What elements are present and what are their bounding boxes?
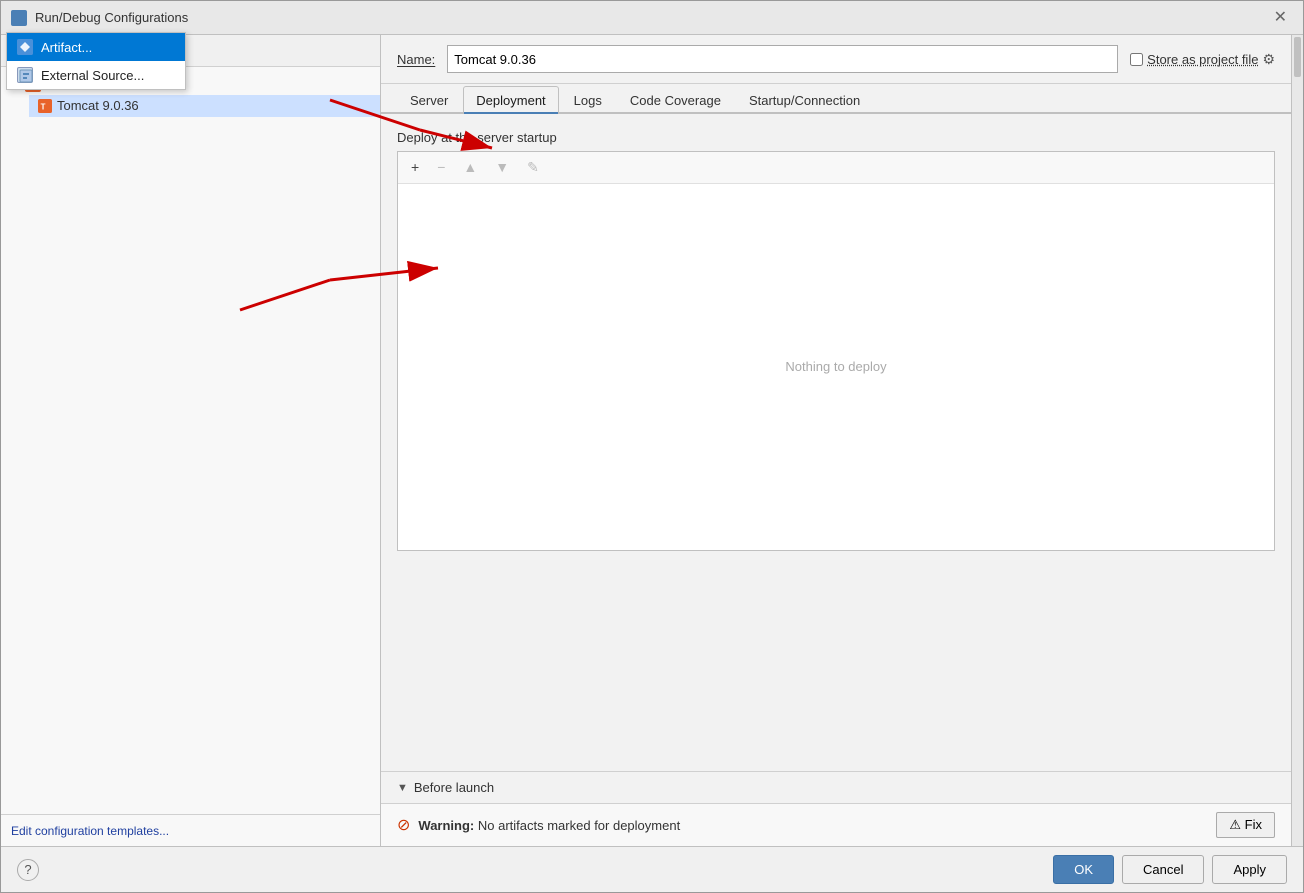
warning-text: Warning: No artifacts marked for deploym… bbox=[418, 818, 1208, 833]
before-launch-header[interactable]: ▼ Before launch bbox=[397, 780, 1275, 795]
close-button[interactable]: ✕ bbox=[1268, 8, 1293, 28]
tree-child-label: Tomcat 9.0.36 bbox=[57, 98, 139, 113]
tab-startup-connection[interactable]: Startup/Connection bbox=[736, 86, 873, 114]
deploy-box: + − ▲ ▼ ✎ bbox=[397, 151, 1275, 551]
tab-server[interactable]: Server bbox=[397, 86, 461, 114]
tab-deployment[interactable]: Deployment bbox=[463, 86, 558, 114]
deploy-toolbar: + − ▲ ▼ ✎ bbox=[398, 152, 1274, 184]
deploy-remove-button[interactable]: − bbox=[430, 156, 452, 179]
bottom-bar: ? OK Cancel Apply bbox=[1, 846, 1303, 892]
dialog-title: Run/Debug Configurations bbox=[35, 10, 188, 25]
config-tree: ▼ T Tomcat Server bbox=[1, 67, 380, 814]
fix-button[interactable]: ⚠ Fix bbox=[1216, 812, 1275, 838]
warning-bar: ⊘ Warning: No artifacts marked for deplo… bbox=[381, 803, 1291, 846]
cancel-button[interactable]: Cancel bbox=[1122, 855, 1204, 884]
edit-templates-link[interactable]: Edit configuration templates... bbox=[11, 824, 169, 838]
deploy-section-label: Deploy at the server startup bbox=[397, 130, 1275, 145]
gear-icon[interactable]: ⚙ bbox=[1262, 51, 1275, 68]
store-project-checkbox[interactable] bbox=[1130, 53, 1143, 66]
right-panel: Name: Store as project file ⚙ Server Dep… bbox=[381, 35, 1291, 846]
tomcat-child-icon: T bbox=[37, 98, 53, 114]
name-input[interactable] bbox=[447, 45, 1118, 73]
apply-button[interactable]: Apply bbox=[1212, 855, 1287, 884]
deploy-empty-area: Nothing to deploy bbox=[398, 184, 1274, 550]
main-content: + − ⧉ ↑↓ ⇅ ▼ T Tomca bbox=[1, 35, 1303, 846]
store-project-label: Store as project file bbox=[1147, 52, 1258, 67]
run-debug-dialog: Run/Debug Configurations ✕ + − ⧉ ↑↓ ⇅ ▼ bbox=[0, 0, 1304, 893]
svg-text:T: T bbox=[41, 102, 46, 111]
scroll-thumb bbox=[1294, 37, 1301, 77]
ok-button[interactable]: OK bbox=[1053, 855, 1114, 884]
help-button[interactable]: ? bbox=[17, 859, 39, 881]
before-launch-label: Before launch bbox=[414, 780, 494, 795]
title-bar: Run/Debug Configurations ✕ bbox=[1, 1, 1303, 35]
tab-code-coverage[interactable]: Code Coverage bbox=[617, 86, 734, 114]
tree-item-tomcat-9036[interactable]: T Tomcat 9.0.36 bbox=[29, 95, 380, 117]
deploy-move-up-button[interactable]: ▲ bbox=[456, 156, 484, 179]
dialog-icon bbox=[11, 10, 27, 26]
deploy-move-down-button[interactable]: ▼ bbox=[488, 156, 516, 179]
right-scrollbar[interactable] bbox=[1291, 35, 1303, 846]
name-row: Name: Store as project file ⚙ bbox=[381, 35, 1291, 84]
before-launch-section: ▼ Before launch bbox=[381, 771, 1291, 803]
tab-content-deployment: Deploy at the server startup + − ▲ ▼ ✎ bbox=[381, 114, 1291, 771]
deploy-edit-button[interactable]: ✎ bbox=[520, 156, 546, 179]
before-launch-collapse-arrow: ▼ bbox=[397, 782, 408, 794]
tabs-bar: Server Deployment Logs Code Coverage Sta… bbox=[381, 84, 1291, 114]
deploy-empty-text: Nothing to deploy bbox=[785, 359, 886, 374]
left-footer: Edit configuration templates... bbox=[1, 814, 380, 846]
store-project-area: Store as project file ⚙ bbox=[1130, 51, 1275, 68]
name-label: Name: bbox=[397, 52, 435, 67]
deploy-section: Deploy at the server startup + − ▲ ▼ ✎ bbox=[397, 130, 1275, 551]
tab-logs[interactable]: Logs bbox=[561, 86, 615, 114]
warning-icon: ⊘ bbox=[397, 815, 410, 835]
left-panel: + − ⧉ ↑↓ ⇅ ▼ T Tomca bbox=[1, 35, 381, 846]
deploy-add-button[interactable]: + bbox=[404, 156, 426, 179]
